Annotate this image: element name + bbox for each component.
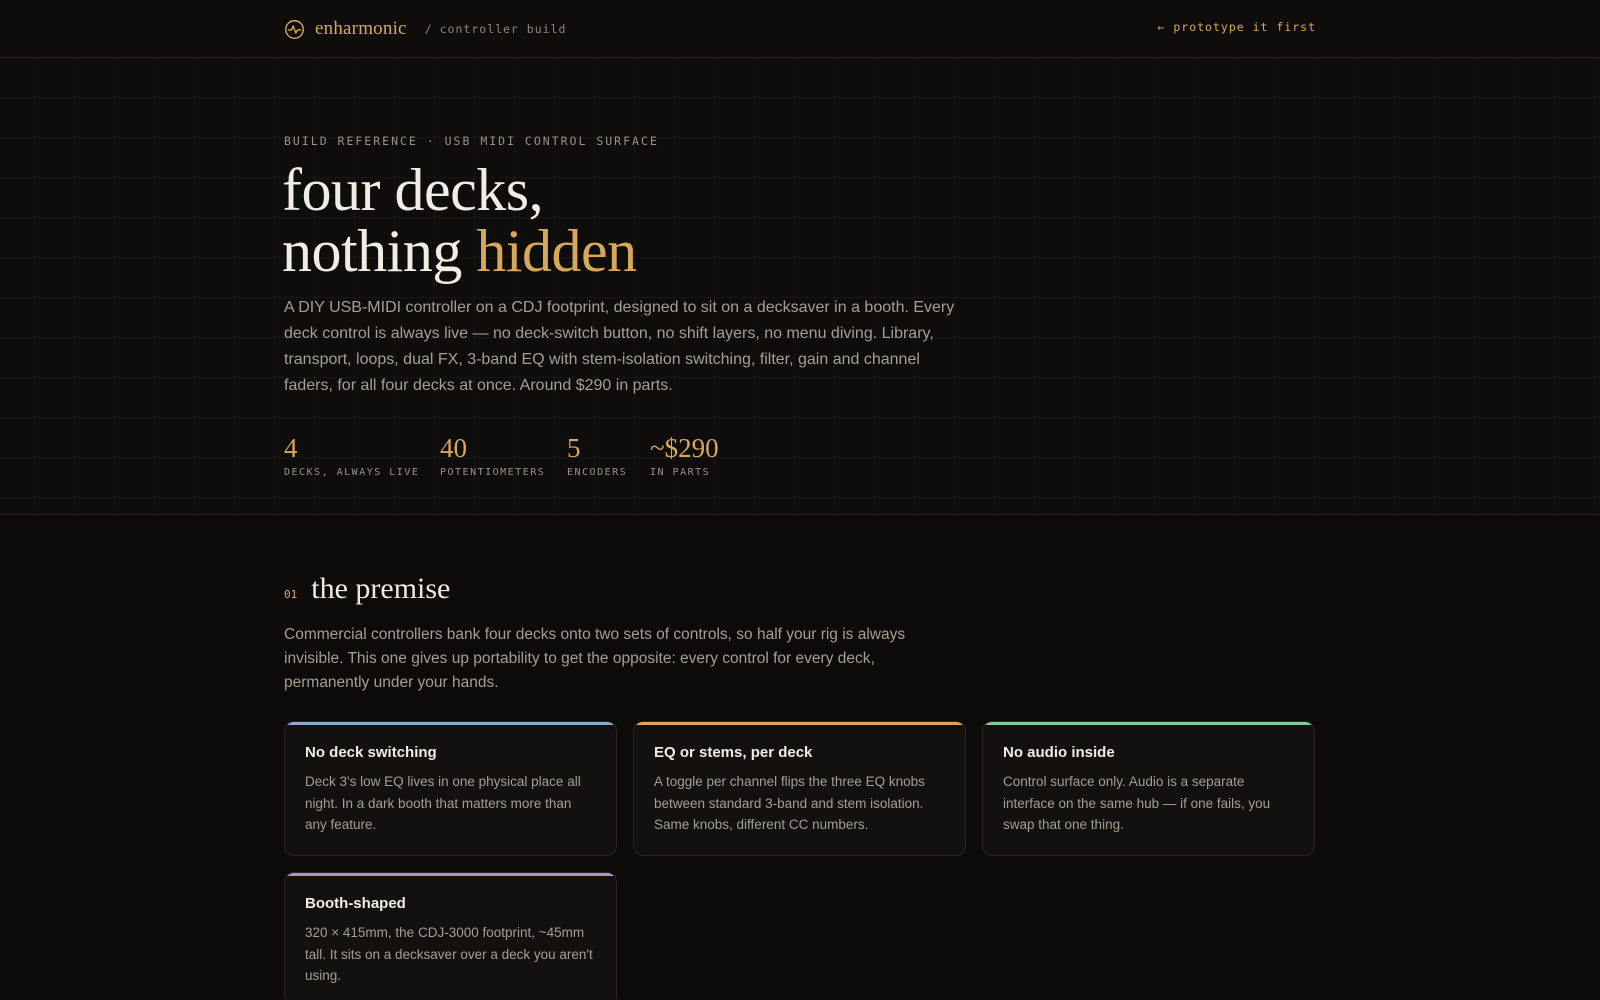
stat-label: IN PARTS xyxy=(650,467,711,478)
card-text: 320 × 415mm, the CDJ-3000 footprint, ~45… xyxy=(305,925,593,983)
card-title: Booth-shaped xyxy=(305,895,406,912)
stat-value: 4 xyxy=(284,433,298,463)
breadcrumb-separator: / xyxy=(424,22,433,36)
prototype-link[interactable]: ← prototype it first xyxy=(1158,20,1316,34)
card-title: No audio inside xyxy=(1003,744,1115,761)
card-title: EQ or stems, per deck xyxy=(654,744,813,761)
breadcrumb-current: controller build xyxy=(439,22,567,36)
breadcrumb: / controller build xyxy=(425,22,567,36)
stat-label: ENCODERS xyxy=(567,467,628,478)
brand[interactable]: enharmonic / controller build xyxy=(284,18,566,40)
eyebrow: BUILD REFERENCE · USB MIDI CONTROL SURFA… xyxy=(284,134,659,148)
headline-line-2: nothing xyxy=(282,218,477,284)
card-no-audio-inside: No audio inside Control surface only. Au… xyxy=(982,721,1315,856)
premise-body: Commercial controllers bank four decks o… xyxy=(284,626,906,691)
lede: A DIY USB-MIDI controller on a CDJ footp… xyxy=(284,299,955,394)
page-title: four decks, nothing hidden xyxy=(282,160,637,282)
stat-encoders: 5 ENCODERS xyxy=(567,433,627,478)
stat-label: POTENTIOMETERS xyxy=(440,467,546,478)
stat-value: ~$290 xyxy=(650,433,719,463)
brand-name: enharmonic xyxy=(315,18,407,39)
stat-potentiometers: 40 POTENTIOMETERS xyxy=(440,433,545,478)
stat-label: DECKS, ALWAYS LIVE xyxy=(284,467,420,478)
stat-parts-cost: ~$290 IN PARTS xyxy=(650,433,719,478)
stat-value: 5 xyxy=(567,433,581,463)
section-number: 01 xyxy=(284,588,298,601)
card-text: A toggle per channel flips the three EQ … xyxy=(654,774,925,832)
card-title: No deck switching xyxy=(305,744,437,761)
headline-accent: hidden xyxy=(476,218,637,284)
card-no-deck-switching: No deck switching Deck 3's low EQ lives … xyxy=(284,721,617,856)
top-bar: enharmonic / controller build ← prototype… xyxy=(0,0,1600,58)
hero: BUILD REFERENCE · USB MIDI CONTROL SURFA… xyxy=(0,58,1600,515)
card-booth-shaped: Booth-shaped 320 × 415mm, the CDJ-3000 f… xyxy=(284,872,617,1000)
waveform-circle-icon xyxy=(285,19,304,39)
stat-value: 40 xyxy=(440,433,467,463)
card-text: Deck 3's low EQ lives in one physical pl… xyxy=(305,774,581,832)
stat-decks: 4 DECKS, ALWAYS LIVE xyxy=(284,433,419,478)
card-text: Control surface only. Audio is a separat… xyxy=(1003,774,1271,832)
premise-heading: 01 the premise xyxy=(284,572,450,606)
section-title: the premise xyxy=(311,572,451,605)
headline-line-1: four decks, xyxy=(282,157,544,223)
card-eq-or-stems: EQ or stems, per deck A toggle per chann… xyxy=(633,721,966,856)
